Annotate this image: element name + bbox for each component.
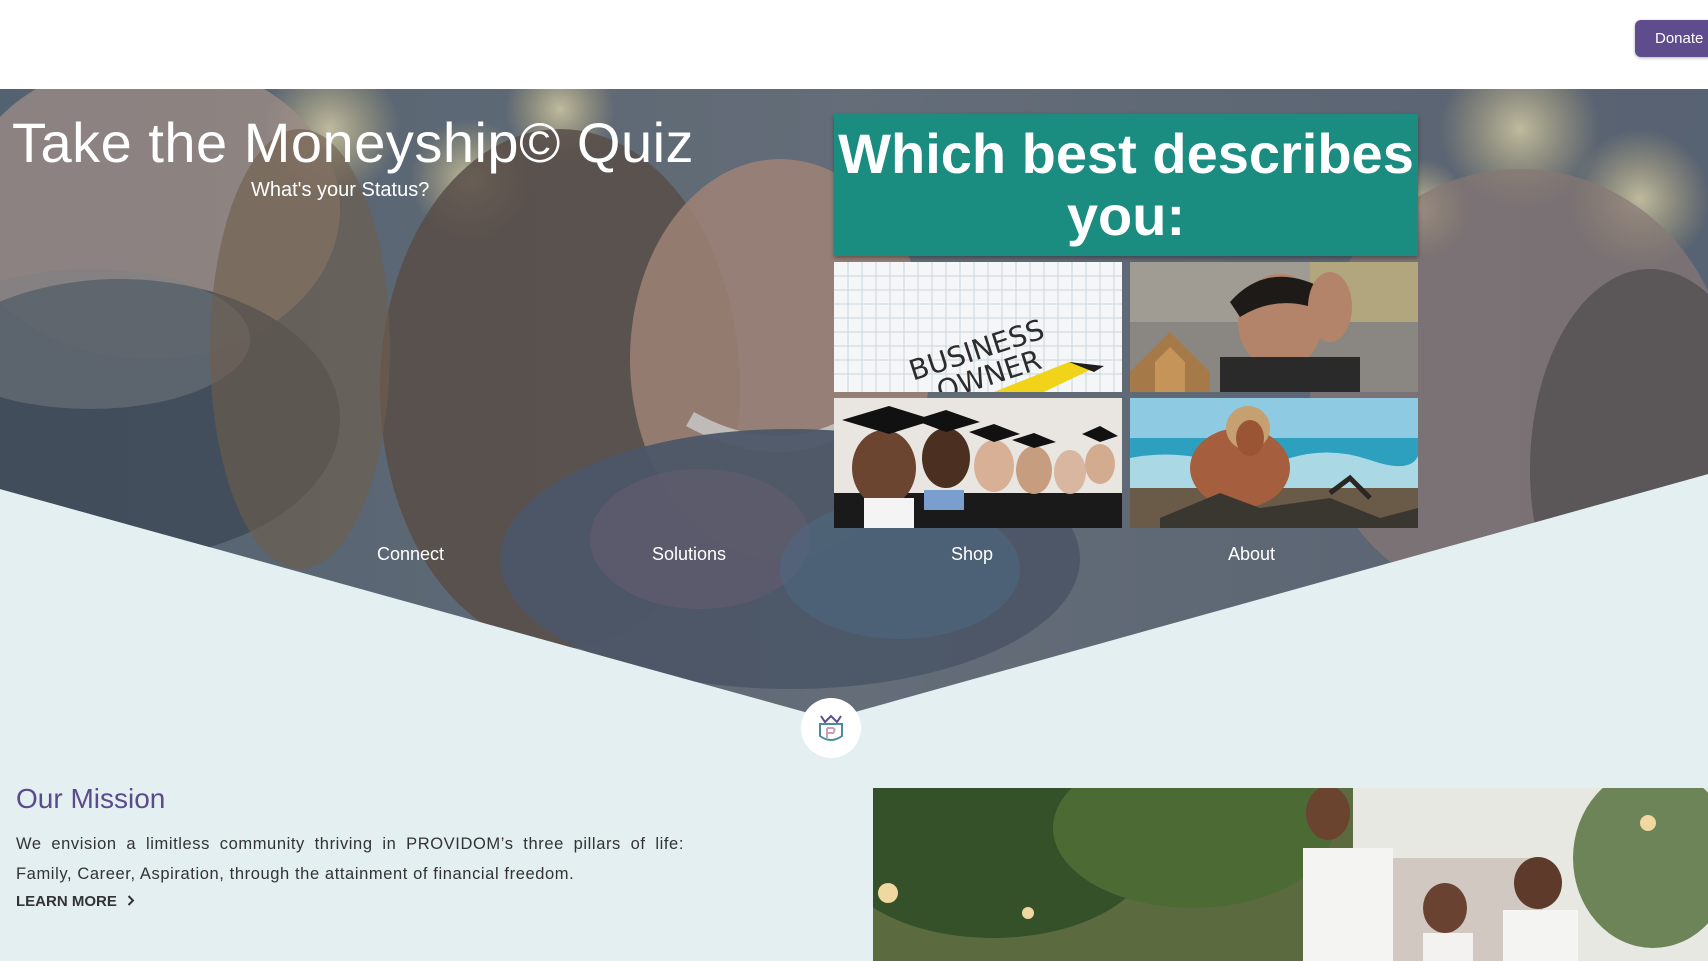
graduates-image xyxy=(834,398,1122,528)
quiz-title: Take the Moneyship© Quiz xyxy=(12,111,695,174)
nav-shop[interactable]: Shop xyxy=(951,544,993,565)
castaway-image xyxy=(1130,398,1418,528)
chevron-right-icon xyxy=(127,893,135,910)
nav-connect[interactable]: Connect xyxy=(377,544,444,565)
family-photo-image xyxy=(873,788,1708,961)
nav-solutions[interactable]: Solutions xyxy=(652,544,726,565)
quiz-option-business-owner[interactable]: BUSINESS OWNER xyxy=(834,262,1122,392)
donate-button[interactable]: Donate xyxy=(1635,20,1708,57)
mission-title: Our Mission xyxy=(16,783,166,814)
providom-logo[interactable] xyxy=(801,698,861,758)
mission-text: We envision a limitless community thrivi… xyxy=(16,835,684,883)
quiz-option-graduate[interactable] xyxy=(834,398,1122,528)
quiz-option-castaway[interactable] xyxy=(1130,398,1418,528)
quiz-question-header: Which best describes you: xyxy=(834,114,1418,256)
providom-logo-icon xyxy=(819,714,843,741)
top-bar: Donate xyxy=(0,0,1708,89)
family-photo xyxy=(873,788,1708,961)
nav-about[interactable]: About xyxy=(1228,544,1275,565)
quiz-subtitle: What's your Status? xyxy=(251,179,430,201)
stressed-man-image xyxy=(1130,262,1418,392)
learn-more-link[interactable]: LEARN MORE xyxy=(16,893,135,910)
business-owner-image: BUSINESS OWNER xyxy=(834,262,1122,392)
learn-more-label: LEARN MORE xyxy=(16,893,117,910)
quiz-option-stressed[interactable] xyxy=(1130,262,1418,392)
